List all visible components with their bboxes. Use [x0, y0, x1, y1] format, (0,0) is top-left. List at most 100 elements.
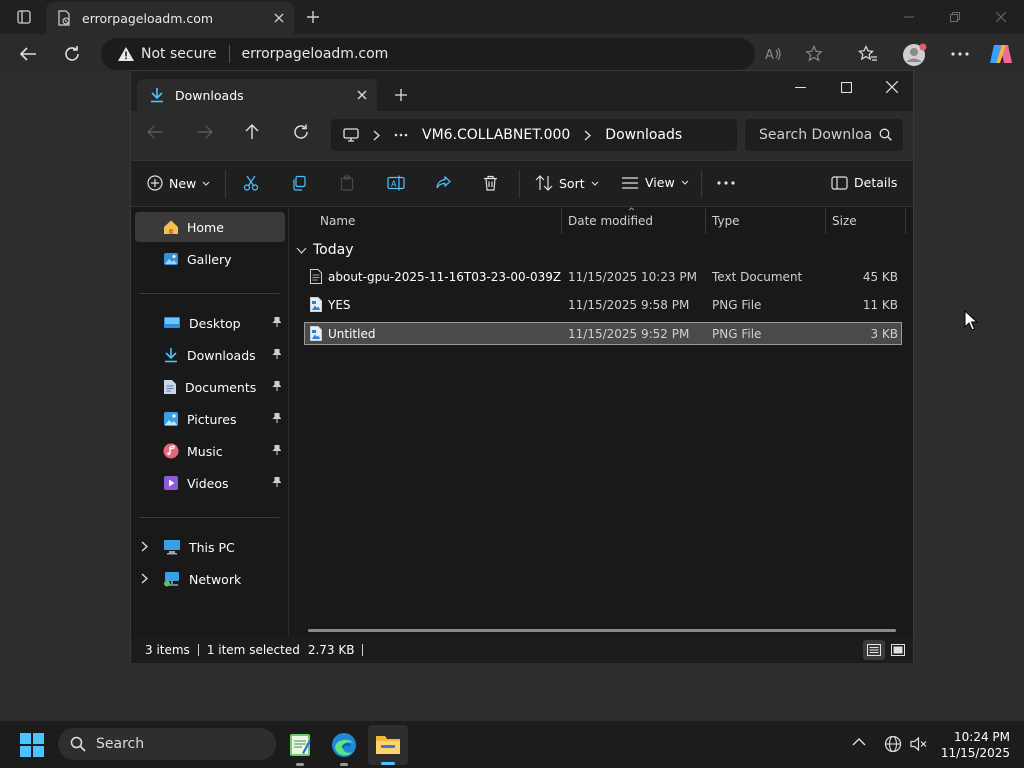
address-bar[interactable]: Not secure errorpageloadm.com A	[101, 38, 823, 70]
breadcrumb[interactable]: VM6.COLLABNET.000 Downloads	[331, 119, 737, 151]
search-placeholder: Search Downloa	[759, 127, 873, 143]
home-icon	[163, 219, 179, 235]
edge-app-icon[interactable]	[330, 731, 358, 759]
delete-icon[interactable]	[483, 175, 498, 191]
view-button[interactable]: View	[621, 175, 689, 190]
details-view-icon[interactable]	[863, 640, 885, 660]
svg-text:A: A	[391, 180, 397, 189]
explorer-up-icon[interactable]	[245, 124, 259, 140]
copilot-icon[interactable]	[988, 42, 1014, 66]
copy-icon[interactable]	[291, 175, 307, 191]
sidebar-item-label: Network	[189, 571, 242, 587]
favorite-star-icon[interactable]	[805, 45, 823, 63]
clock[interactable]: 10:24 PM 11/15/2025	[940, 729, 1010, 761]
file-size: 11 KB	[862, 298, 898, 312]
favorites-icon[interactable]	[856, 42, 880, 66]
paste-icon[interactable]	[339, 175, 355, 191]
explorer-close-icon[interactable]	[879, 75, 905, 99]
browser-tab[interactable]: errorpageloadm.com	[46, 2, 294, 34]
see-more-icon[interactable]	[717, 181, 735, 185]
search-icon[interactable]	[879, 128, 892, 141]
breadcrumb-item-downloads[interactable]: Downloads	[605, 127, 682, 143]
sidebar-item-gallery[interactable]: Gallery	[135, 244, 285, 274]
table-row-selected[interactable]: Untitled 11/15/2025 9:52 PM PNG File 3 K…	[304, 322, 902, 345]
tab-actions-icon[interactable]	[12, 6, 36, 28]
profile-avatar[interactable]	[902, 42, 928, 68]
pin-icon[interactable]	[271, 349, 281, 359]
sidebar-item-this-pc[interactable]: This PC	[135, 532, 285, 562]
file-type: Text Document	[712, 270, 803, 284]
sidebar-item-music[interactable]: Music	[135, 436, 285, 466]
pin-icon[interactable]	[271, 445, 281, 455]
explorer-tab[interactable]: Downloads	[137, 79, 377, 111]
explorer-refresh-icon[interactable]	[293, 124, 309, 140]
horizontal-scrollbar[interactable]	[308, 629, 896, 632]
close-tab-icon[interactable]	[274, 13, 284, 23]
explorer-tab-title: Downloads	[175, 87, 244, 103]
sidebar-item-pictures[interactable]: Pictures	[135, 404, 285, 434]
taskbar-search-box[interactable]: Search	[58, 728, 276, 760]
group-header-today[interactable]: Today	[296, 238, 354, 262]
expand-chevron-icon[interactable]	[141, 573, 148, 584]
column-header-date-modified[interactable]: Date modified	[568, 207, 704, 234]
column-divider[interactable]	[825, 208, 826, 234]
pin-icon[interactable]	[271, 477, 281, 487]
globe-network-icon[interactable]	[884, 735, 902, 753]
expand-chevron-icon[interactable]	[141, 541, 148, 552]
sidebar-item-downloads[interactable]: Downloads	[135, 340, 285, 370]
close-explorer-tab-icon[interactable]	[357, 90, 367, 100]
sidebar-item-network[interactable]: Network	[135, 564, 285, 594]
pin-icon[interactable]	[271, 317, 281, 327]
column-divider[interactable]	[561, 208, 562, 234]
url-text[interactable]: errorpageloadm.com	[242, 46, 389, 62]
more-options-icon[interactable]	[948, 42, 972, 66]
windows-start-icon[interactable]	[20, 733, 44, 757]
volume-muted-icon[interactable]	[910, 735, 928, 753]
monitor-icon[interactable]	[343, 128, 359, 142]
column-header-name[interactable]: Name	[320, 208, 560, 234]
large-icons-view-icon[interactable]	[887, 640, 909, 660]
explorer-minimize-icon[interactable]	[787, 75, 813, 99]
explorer-forward-icon[interactable]	[197, 125, 213, 139]
warning-icon[interactable]	[117, 46, 135, 62]
sidebar-item-videos[interactable]: Videos	[135, 468, 285, 498]
column-divider[interactable]	[905, 208, 906, 234]
new-button[interactable]: New	[147, 175, 210, 191]
rename-icon[interactable]: A	[387, 175, 405, 191]
browser-minimize-icon[interactable]	[896, 6, 922, 28]
table-row[interactable]: about-gpu-2025-11-16T03-23-00-039Z 11/15…	[304, 266, 902, 288]
sort-button[interactable]: Sort	[535, 175, 599, 191]
explorer-maximize-icon[interactable]	[833, 75, 859, 99]
explorer-search-input[interactable]: Search Downloa	[745, 119, 903, 151]
sidebar-item-desktop[interactable]: Desktop	[135, 308, 285, 338]
browser-restore-icon[interactable]	[942, 6, 968, 28]
refresh-icon[interactable]	[60, 42, 84, 66]
network-icon	[163, 571, 181, 587]
column-header-size[interactable]: Size	[832, 208, 902, 234]
browser-close-icon[interactable]	[988, 6, 1014, 28]
table-row[interactable]: YES 11/15/2025 9:58 PM PNG File 11 KB	[304, 294, 902, 316]
cut-icon[interactable]	[243, 175, 259, 191]
new-explorer-tab-icon[interactable]	[391, 85, 411, 105]
details-pane-button[interactable]: Details	[831, 175, 897, 190]
read-aloud-icon[interactable]: A	[765, 46, 783, 62]
column-header-label: Size	[832, 214, 857, 228]
explorer-back-icon[interactable]	[147, 125, 163, 139]
share-icon[interactable]	[435, 175, 451, 191]
sidebar-item-documents[interactable]: Documents	[135, 372, 285, 402]
new-tab-icon[interactable]	[302, 6, 324, 28]
file-explorer-app-button[interactable]	[368, 725, 408, 765]
back-icon[interactable]	[16, 42, 40, 66]
notepad-app-icon[interactable]	[286, 731, 314, 759]
pin-icon[interactable]	[271, 381, 281, 391]
more-path-icon[interactable]	[394, 133, 408, 137]
security-label[interactable]: Not secure	[141, 46, 217, 62]
show-hidden-icons-chevron-icon[interactable]	[852, 737, 866, 746]
plus-circle-icon	[147, 175, 163, 191]
sidebar-item-label: This PC	[189, 539, 235, 555]
column-header-type[interactable]: Type	[712, 208, 824, 234]
sidebar-item-home[interactable]: Home	[135, 212, 285, 242]
breadcrumb-item-computer[interactable]: VM6.COLLABNET.000	[422, 127, 570, 143]
column-divider[interactable]	[705, 208, 706, 234]
pin-icon[interactable]	[271, 413, 281, 423]
